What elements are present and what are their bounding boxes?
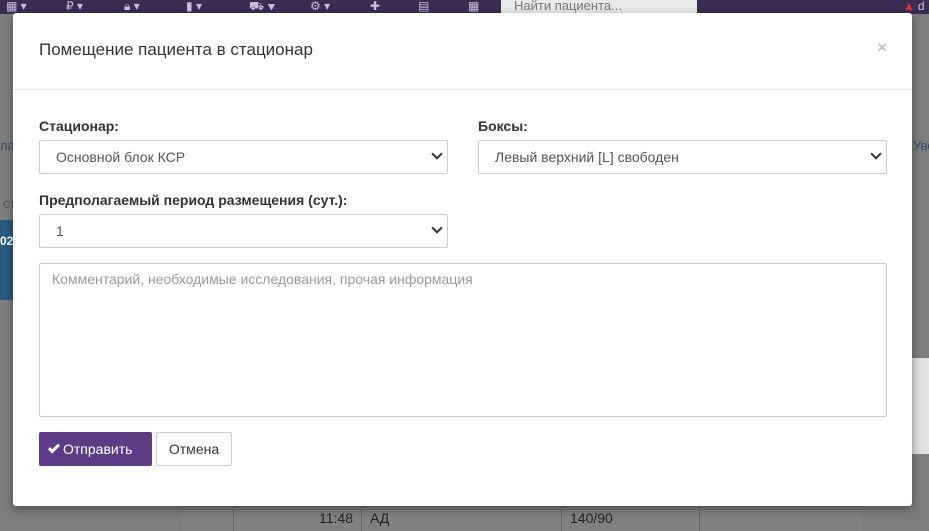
submit-button[interactable]: Отправить <box>39 432 152 466</box>
period-select[interactable]: 1 <box>39 214 448 248</box>
cancel-button[interactable]: Отмена <box>156 432 232 466</box>
boxes-select-value: Левый верхний [L] свободен <box>495 149 679 165</box>
submit-label: Отправить <box>63 441 133 457</box>
divider <box>699 506 700 531</box>
hospital-select[interactable]: Основной блок КСР <box>39 140 448 174</box>
gear-icon[interactable]: ⚙ ▾ <box>310 0 330 14</box>
row-type: АД <box>370 510 390 526</box>
divider <box>361 506 362 531</box>
chevron-down-icon <box>870 148 882 160</box>
warning-icon[interactable]: ▲ d <box>903 0 925 12</box>
plus-icon[interactable]: ✚ <box>370 0 380 14</box>
boxes-label: Боксы: <box>478 118 528 134</box>
row-time: 11:48 <box>319 510 353 526</box>
check-icon <box>47 441 61 454</box>
comment-textarea[interactable]: Комментарий, необходимые исследования, п… <box>39 263 887 417</box>
grid-menu-icon[interactable]: ▦ ▾ <box>6 0 27 14</box>
table-row: 11:48 АД 140/90 <box>182 506 862 531</box>
chevron-down-icon <box>431 148 443 160</box>
bg-left-strip-text: 02 <box>0 234 14 248</box>
modal-title: Помещение пациента в стационар <box>39 40 313 59</box>
hospital-select-value: Основной блок КСР <box>56 149 186 165</box>
calculator-icon[interactable]: ▦ <box>468 0 479 14</box>
cart-icon[interactable]: ⛟ ▾ <box>249 0 276 14</box>
boxes-select[interactable]: Левый верхний [L] свободен <box>478 140 887 174</box>
alert-text: d <box>917 0 925 13</box>
lock-icon[interactable]: 🔒︎ ▾ <box>124 0 140 14</box>
hospital-label: Стационар: <box>39 118 119 134</box>
divider <box>233 506 234 531</box>
divider <box>561 506 562 531</box>
bar-chart-icon[interactable]: ▮ ▾ <box>186 0 202 14</box>
list-icon[interactable]: ▤ <box>418 0 429 14</box>
patient-search-input[interactable]: Найти пациента... <box>501 0 697 14</box>
modal-header: Помещение пациента в стационар × <box>13 13 912 90</box>
bg-left-strip: 02 <box>0 220 14 300</box>
period-label: Предполагаемый период размещения (сут.): <box>39 192 348 208</box>
top-navbar: ▦ ▾ ₽ ▾ 🔒︎ ▾ ▮ ▾ ⛟ ▾ ⚙ ▾ ✚ ▤ ▦ Найти пац… <box>0 0 929 14</box>
chevron-down-icon <box>431 222 443 234</box>
ruble-icon[interactable]: ₽ ▾ <box>66 0 83 14</box>
close-icon[interactable]: × <box>877 38 887 58</box>
row-value: 140/90 <box>570 510 613 526</box>
period-select-value: 1 <box>56 223 64 239</box>
bg-right-text: Уве <box>913 138 929 153</box>
hospitalization-modal: Помещение пациента в стационар × Стацион… <box>13 13 912 506</box>
